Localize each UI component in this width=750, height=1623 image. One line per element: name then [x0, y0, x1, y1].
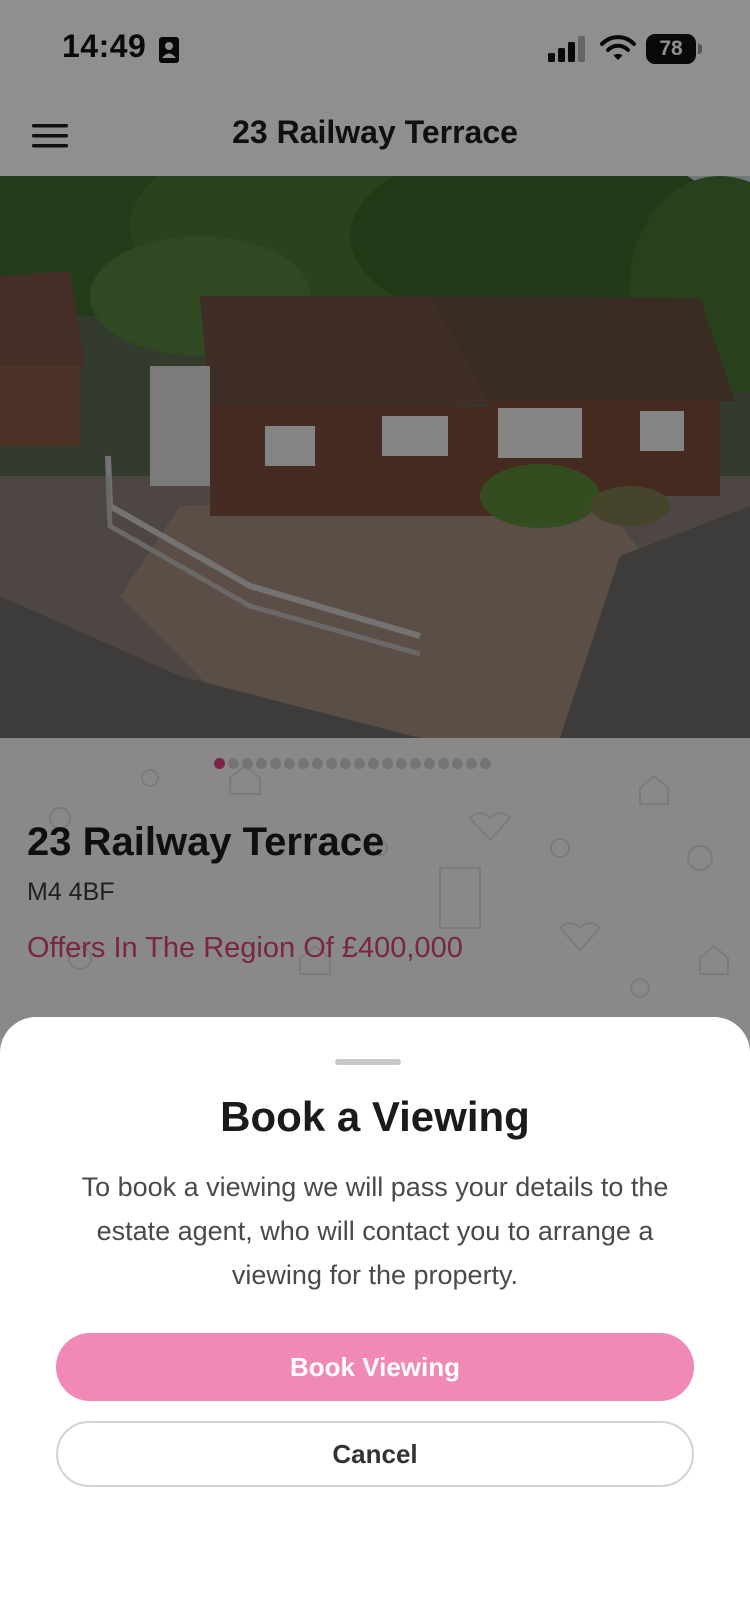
cancel-button[interactable]: Cancel: [56, 1421, 694, 1487]
book-viewing-button[interactable]: Book Viewing: [56, 1333, 694, 1401]
book-viewing-sheet: Book a Viewing To book a viewing we will…: [0, 1017, 750, 1623]
sheet-drag-handle[interactable]: [335, 1059, 401, 1065]
sheet-title: Book a Viewing: [220, 1093, 530, 1140]
sheet-description: To book a viewing we will pass your deta…: [81, 1172, 669, 1290]
